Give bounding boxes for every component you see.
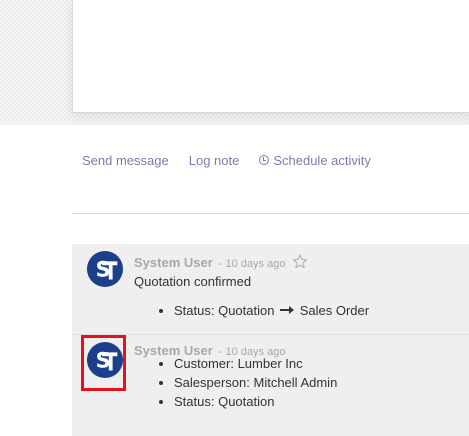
svg-text:S: S: [96, 258, 111, 282]
log-note-button[interactable]: Log note: [189, 153, 240, 168]
tracking-list: Status: Quotation Sales Order: [134, 301, 369, 320]
message-item: S System User - 10 days ago Customer: Lu…: [72, 335, 469, 436]
message-header: System User - 10 days ago: [134, 252, 308, 270]
form-sheet: [72, 0, 469, 113]
message-date: - 10 days ago: [218, 258, 286, 270]
tracking-field: Status:: [174, 303, 215, 318]
chatter-divider: [72, 213, 469, 214]
message-body: Quotation confirmed: [134, 274, 252, 289]
message-thread: S System User - 10 days ago Quotation co…: [72, 244, 469, 436]
arrow-right-icon: [280, 306, 295, 315]
tracking-value: Salesperson: Mitchell Admin: [174, 373, 337, 392]
chatter-topbar: Send message Log note Schedule activity: [82, 151, 391, 169]
schedule-activity-button[interactable]: Schedule activity: [259, 153, 371, 168]
tracking-value: Status: Quotation: [174, 392, 337, 411]
tracking-old-value: Quotation: [218, 303, 275, 318]
message-item: S System User - 10 days ago Quotation co…: [72, 244, 469, 335]
tracking-value: Customer: Lumber Inc: [174, 354, 337, 373]
avatar[interactable]: S: [86, 250, 124, 288]
tracking-value: Status: Quotation Sales Order: [174, 301, 369, 320]
send-message-button[interactable]: Send message: [82, 153, 169, 168]
tracking-new-value: Sales Order: [299, 303, 370, 318]
clock-icon: [259, 155, 270, 165]
author-name[interactable]: System User: [134, 255, 213, 270]
star-icon[interactable]: [292, 254, 308, 269]
schedule-activity-label: Schedule activity: [273, 152, 371, 168]
tracking-list: Customer: Lumber Inc Salesperson: Mitche…: [134, 354, 337, 411]
svg-text:S: S: [96, 349, 111, 373]
avatar[interactable]: S: [86, 341, 124, 379]
